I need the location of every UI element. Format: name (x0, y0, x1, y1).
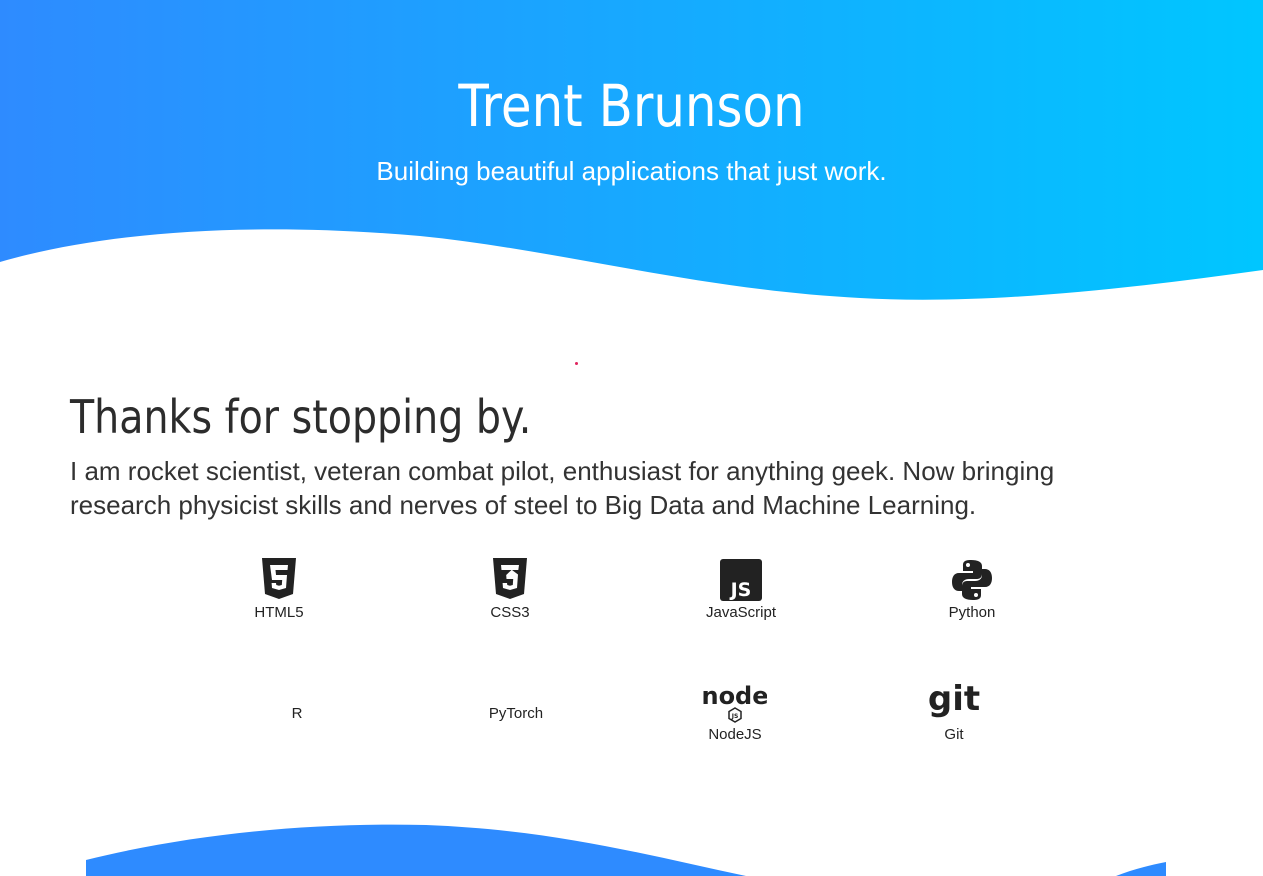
skill-html5: HTML5 (219, 558, 339, 621)
skill-label: CSS3 (490, 604, 530, 621)
skill-pytorch: PyTorch (456, 703, 576, 722)
hero-wave-background (0, 0, 1263, 300)
skill-label: HTML5 (254, 604, 304, 621)
svg-text:JS: JS (731, 713, 739, 720)
skill-r: R (237, 703, 357, 722)
skill-label: Git (944, 726, 964, 743)
skill-label: NodeJS (708, 726, 762, 743)
skill-javascript: JS JavaScript (681, 558, 801, 621)
nodejs-icon: node JS (703, 682, 767, 723)
skill-git: git Git (894, 680, 1014, 743)
skill-label: Python (948, 604, 996, 621)
python-icon (952, 560, 992, 600)
javascript-icon: JS (720, 559, 762, 601)
site-title: Trent Brunson (458, 72, 805, 140)
html5-icon (262, 558, 296, 599)
skill-nodejs: node JS NodeJS (675, 680, 795, 743)
svg-text:node: node (703, 682, 767, 710)
skill-css3: CSS3 (450, 558, 570, 621)
site-tagline: Building beautiful applications that jus… (376, 156, 887, 186)
intro-paragraph: I am rocket scientist, veteran combat pi… (70, 456, 1055, 520)
git-icon: git (928, 680, 980, 719)
footer-wave (86, 824, 1166, 876)
css3-icon (493, 558, 527, 599)
skill-label: JavaScript (705, 604, 777, 621)
decorative-dot (575, 362, 578, 365)
skill-python: Python (912, 558, 1032, 621)
skill-label: PyTorch (488, 705, 544, 722)
svg-text:git: git (928, 680, 980, 719)
skill-label: R (291, 705, 303, 722)
intro-heading: Thanks for stopping by. (70, 390, 532, 444)
hero-banner: Trent Brunson Building beautiful applica… (0, 0, 1263, 310)
svg-text:JS: JS (729, 579, 752, 601)
